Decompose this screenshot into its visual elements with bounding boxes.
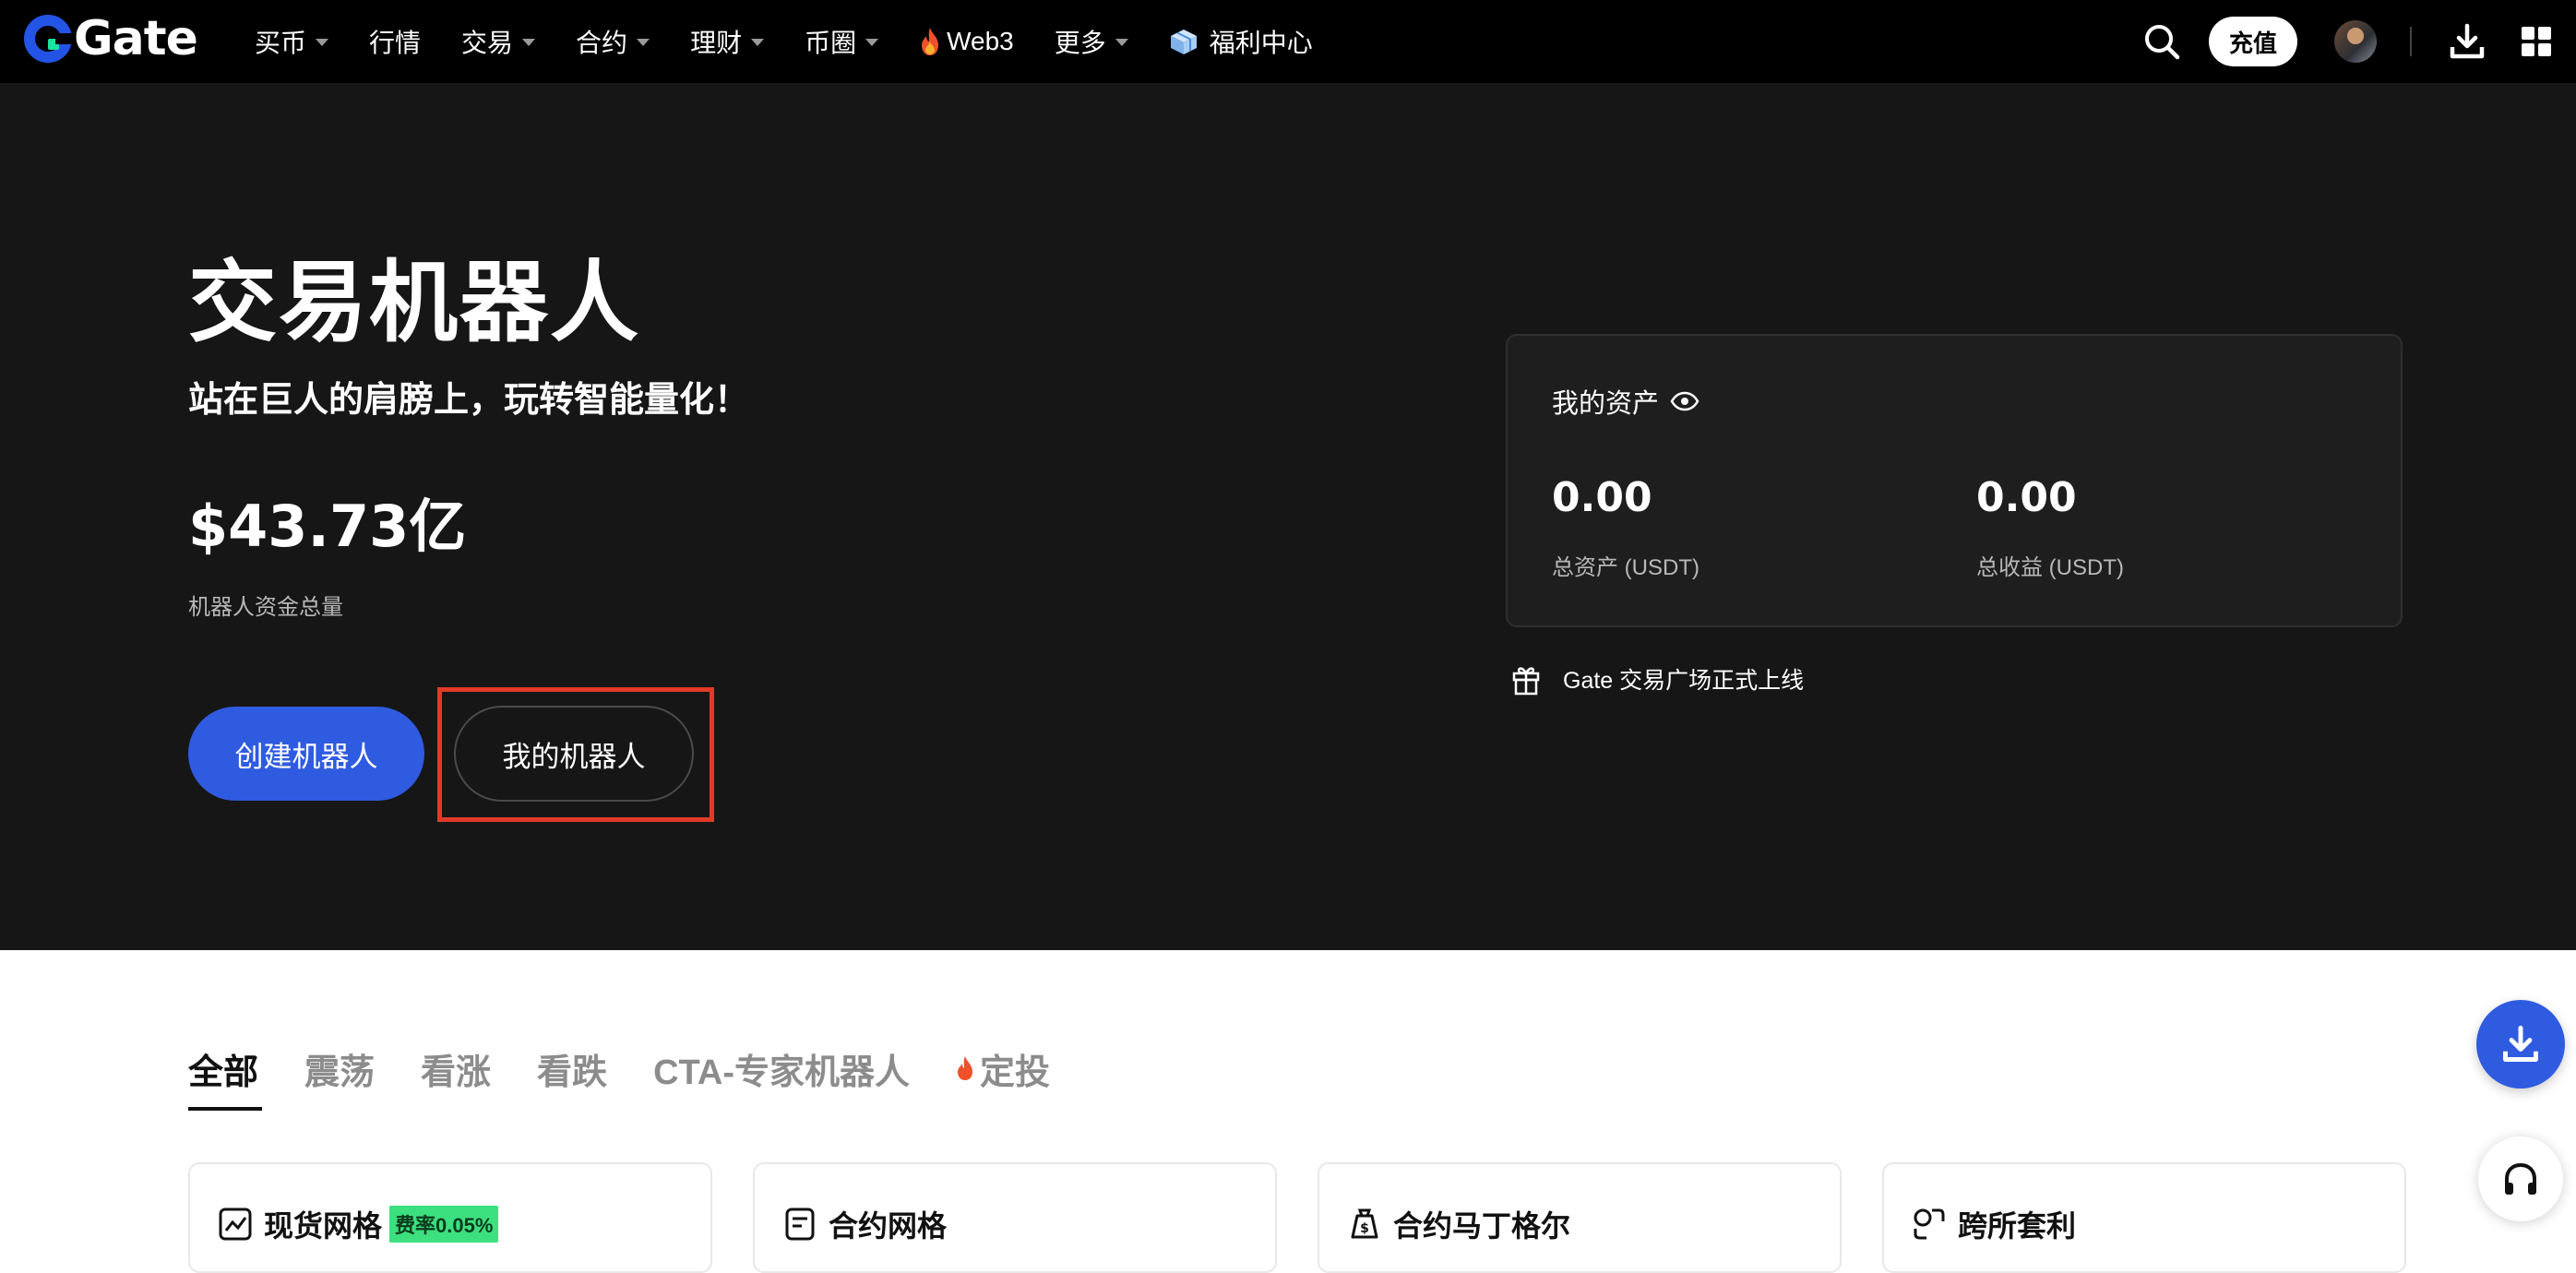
card-title: 合约马丁格尔	[1393, 1209, 1571, 1243]
apps-grid-icon[interactable]	[2521, 26, 2552, 57]
eye-icon[interactable]	[1670, 391, 1699, 411]
fee-badge: 费率0.05%	[389, 1206, 499, 1243]
bot-card-futures-grid[interactable]: 合约网格	[753, 1162, 1277, 1273]
bot-category-tabs: 全部 震荡 看涨 看跌 CTA-专家机器人 定投	[188, 1041, 1096, 1114]
my-assets-title-text: 我的资产	[1552, 389, 1660, 419]
caret-down-icon	[316, 39, 329, 46]
bot-card-futures-martingale[interactable]: $ 合约马丁格尔	[1318, 1162, 1842, 1273]
nav-item-earn[interactable]: 理财	[690, 23, 765, 60]
nav-menu: 买币 行情 交易 合约 理财 币圈 Web3 更多 福利中心	[255, 0, 1354, 83]
my-bots-button[interactable]: 我的机器人	[454, 706, 694, 802]
dollar-bag-icon: $	[1351, 1208, 1378, 1239]
card-header: 跨所套利	[1912, 1203, 2076, 1245]
tab-sideways[interactable]: 震荡	[304, 1041, 375, 1096]
nav-item-label: 币圈	[805, 29, 857, 57]
gate-logo-icon	[24, 15, 72, 63]
caret-down-icon	[1115, 39, 1128, 46]
chart-box-icon	[219, 1208, 252, 1241]
nav-divider	[2410, 27, 2412, 56]
tab-all[interactable]: 全部	[188, 1041, 258, 1096]
total-bot-funds-label: 机器人资金总量	[188, 595, 343, 620]
tab-cta-expert[interactable]: CTA-专家机器人	[653, 1041, 910, 1096]
nav-item-label: 行情	[369, 29, 422, 57]
total-assets-value: 0.00	[1552, 474, 1652, 521]
page-subtitle: 站在巨人的肩膀上，玩转智能量化！	[188, 379, 750, 420]
fire-icon	[958, 1056, 972, 1080]
bot-card-spot-grid[interactable]: 现货网格 费率0.05%	[188, 1162, 712, 1273]
nav-item-futures[interactable]: 合约	[576, 23, 650, 60]
caret-down-icon	[522, 39, 536, 46]
user-avatar[interactable]	[2334, 20, 2377, 63]
tab-bearish[interactable]: 看跌	[537, 1041, 607, 1096]
card-title: 现货网格	[264, 1209, 383, 1243]
bot-card-cross-exchange-arbitrage[interactable]: 跨所套利	[1882, 1162, 2406, 1273]
nav-item-label: 更多	[1054, 29, 1106, 57]
floating-support-button[interactable]	[2478, 1136, 2563, 1221]
total-assets-label: 总资产 (USDT)	[1552, 555, 1699, 580]
nav-item-rewards-hub[interactable]: 福利中心	[1169, 23, 1313, 60]
gift-icon	[1512, 667, 1540, 696]
nav-right-tools: 充值	[2142, 0, 2576, 83]
nav-item-more[interactable]: 更多	[1055, 23, 1128, 60]
total-bot-funds-value: $43.73亿	[188, 493, 467, 560]
tab-bullish[interactable]: 看涨	[421, 1041, 491, 1096]
card-title: 跨所套利	[1958, 1209, 2077, 1243]
nav-item-trade[interactable]: 交易	[461, 23, 536, 60]
create-bot-button[interactable]: 创建机器人	[188, 707, 424, 801]
deposit-button[interactable]: 充值	[2209, 17, 2297, 66]
nav-item-label: 理财	[690, 29, 743, 57]
total-profit-value: 0.00	[1976, 474, 2077, 521]
search-icon[interactable]	[2142, 22, 2181, 61]
nav-item-label: 福利中心	[1209, 29, 1313, 57]
svg-text:$: $	[1360, 1221, 1369, 1236]
nav-item-markets[interactable]: 行情	[369, 23, 421, 60]
announcement-link[interactable]: Gate 交易广场正式上线	[1511, 662, 1804, 696]
download-icon	[2503, 1025, 2538, 1062]
total-assets-block: 0.00 总资产 (USDT)	[1552, 474, 1699, 581]
nav-item-buy-crypto[interactable]: 买币	[255, 23, 329, 60]
active-tab-indicator	[188, 1107, 262, 1111]
top-nav: Gate 买币 行情 交易 合约 理财 币圈 Web3 更多 福利中心 充值	[0, 0, 2576, 83]
caret-down-icon	[865, 39, 879, 46]
download-icon[interactable]	[2449, 23, 2486, 60]
hero-section: 交易机器人 站在巨人的肩膀上，玩转智能量化！ $43.73亿 机器人资金总量 创…	[0, 83, 2576, 950]
arbitrage-icon	[1914, 1208, 1945, 1240]
nav-item-label: 交易	[461, 29, 514, 57]
nav-item-community[interactable]: 币圈	[805, 23, 879, 60]
my-assets-card: 我的资产 0.00 总资产 (USDT) 0.00 总收益 (USDT)	[1506, 334, 2403, 627]
headset-icon	[2505, 1162, 2536, 1195]
page-title: 交易机器人	[188, 251, 640, 354]
card-header: 现货网格 费率0.05%	[218, 1203, 499, 1245]
nav-item-label: 买币	[255, 29, 307, 57]
caret-down-icon	[637, 39, 650, 46]
total-profit-label: 总收益 (USDT)	[1976, 555, 2124, 580]
gate-logo[interactable]: Gate	[24, 11, 198, 66]
tab-dca[interactable]: 定投	[956, 1041, 1050, 1096]
total-profit-block: 0.00 总收益 (USDT)	[1976, 474, 2124, 581]
caret-down-icon	[751, 39, 765, 46]
announcement-text: Gate 交易广场正式上线	[1563, 668, 1805, 694]
card-title: 合约网格	[829, 1209, 948, 1243]
gift-box-icon	[1170, 30, 1197, 54]
nav-item-label: 合约	[576, 29, 628, 57]
card-header: $ 合约马丁格尔	[1347, 1203, 1570, 1245]
document-icon	[785, 1208, 815, 1241]
my-assets-title: 我的资产	[1552, 382, 1699, 421]
logo-text: Gate	[74, 11, 198, 66]
tab-dca-label: 定投	[980, 1053, 1051, 1092]
nav-item-label: Web3	[947, 27, 1014, 55]
card-header: 合约网格	[782, 1203, 947, 1245]
fire-icon	[922, 28, 939, 55]
nav-item-web3[interactable]: Web3	[919, 27, 1014, 56]
floating-download-button[interactable]	[2476, 1000, 2565, 1089]
